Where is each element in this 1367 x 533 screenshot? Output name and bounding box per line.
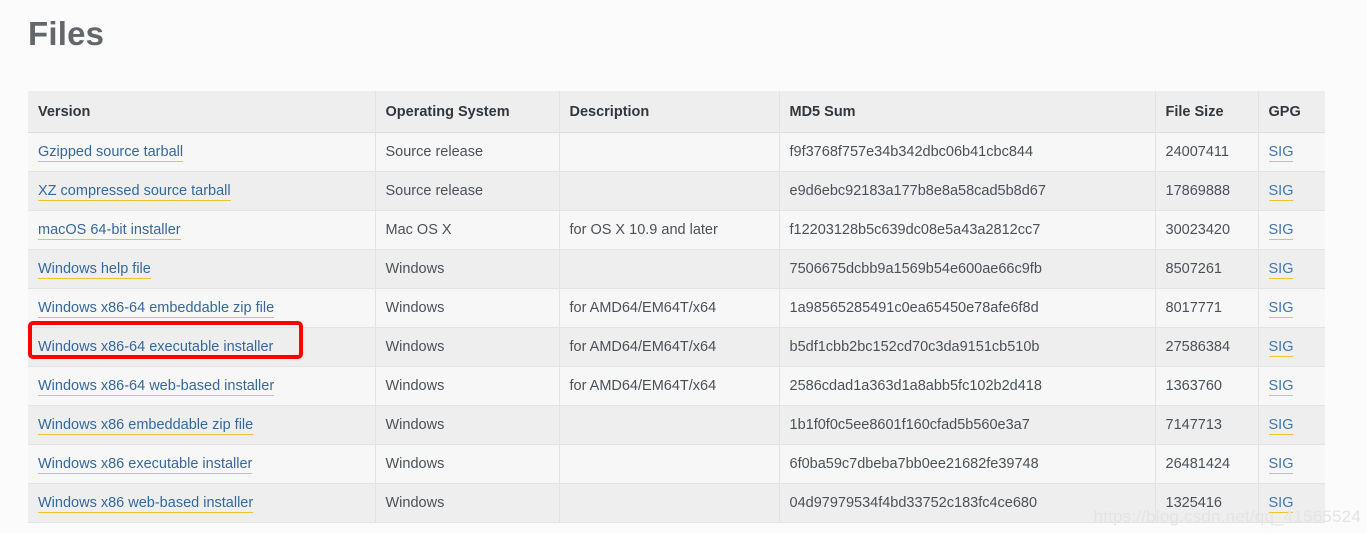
sig-link[interactable]: SIG <box>1268 261 1294 279</box>
cell-os: Windows <box>375 444 560 484</box>
column-header-size: File Size <box>1155 91 1259 133</box>
cell-file-size: 30023420 <box>1155 210 1259 250</box>
download-link[interactable]: Windows help file <box>38 261 151 279</box>
cell-os: Source release <box>375 132 560 172</box>
cell-description <box>559 405 780 445</box>
download-link[interactable]: Windows x86-64 executable installer <box>38 339 274 357</box>
sig-link[interactable]: SIG <box>1268 144 1294 162</box>
download-link[interactable]: Windows x86-64 embeddable zip file <box>38 300 275 318</box>
sig-link[interactable]: SIG <box>1268 300 1294 318</box>
table-row: XZ compressed source tarball Source relea… <box>28 171 1325 211</box>
table-header-row: Version Operating System Description MD5… <box>28 91 1325 133</box>
table-header: Version Operating System Description MD5… <box>28 91 1325 133</box>
table-row: Windows x86 embeddable zip file Windows 1b… <box>28 405 1325 445</box>
files-table: Version Operating System Description MD5… <box>28 91 1325 523</box>
cell-file-size: 1363760 <box>1155 366 1259 406</box>
cell-file-size: 24007411 <box>1155 132 1259 172</box>
sig-link[interactable]: SIG <box>1268 183 1294 201</box>
cell-version: Windows x86-64 executable installer <box>28 327 376 367</box>
cell-version: Windows help file <box>28 249 376 289</box>
cell-gpg: SIG <box>1258 405 1325 445</box>
cell-file-size: 7147713 <box>1155 405 1259 445</box>
cell-description <box>559 171 780 211</box>
table-row: Windows help file Windows 7506675dcbb9a156… <box>28 249 1325 289</box>
sig-link[interactable]: SIG <box>1268 339 1294 357</box>
cell-os: Windows <box>375 288 560 328</box>
cell-version: Windows x86-64 embeddable zip file <box>28 288 376 328</box>
cell-os: Mac OS X <box>375 210 560 250</box>
cell-gpg: SIG <box>1258 210 1325 250</box>
cell-description <box>559 249 780 289</box>
download-link[interactable]: Windows x86 executable installer <box>38 456 253 474</box>
sig-link[interactable]: SIG <box>1268 456 1294 474</box>
cell-md5: f12203128b5c639dc08e5a43a2812cc7 <box>779 210 1156 250</box>
cell-version: Gzipped source tarball <box>28 132 376 172</box>
cell-version: XZ compressed source tarball <box>28 171 376 211</box>
download-link[interactable]: macOS 64-bit installer <box>38 222 181 240</box>
cell-description <box>559 132 780 172</box>
cell-description: for AMD64/EM64T/x64 <box>559 288 780 328</box>
page-title: Files <box>28 15 105 52</box>
cell-md5: 7506675dcbb9a1569b54e600ae66c9fb <box>779 249 1156 289</box>
sig-link[interactable]: SIG <box>1268 222 1294 240</box>
cell-version: Windows x86 embeddable zip file <box>28 405 376 445</box>
table-row: Windows x86-64 executable installer Windo… <box>28 327 1325 367</box>
sig-link[interactable]: SIG <box>1268 417 1294 435</box>
table-row: Windows x86-64 web-based installer Window… <box>28 366 1325 406</box>
cell-os: Windows <box>375 249 560 289</box>
cell-description <box>559 444 780 484</box>
column-header-version: Version <box>28 91 376 133</box>
cell-md5: 1b1f0f0c5ee8601f160cfad5b560e3a7 <box>779 405 1156 445</box>
cell-os: Windows <box>375 366 560 406</box>
cell-description <box>559 483 780 523</box>
column-header-gpg: GPG <box>1258 91 1325 133</box>
cell-md5: 6f0ba59c7dbeba7bb0ee21682fe39748 <box>779 444 1156 484</box>
cell-md5: e9d6ebc92183a177b8e8a58cad5b8d67 <box>779 171 1156 211</box>
cell-description: for OS X 10.9 and later <box>559 210 780 250</box>
cell-gpg: SIG <box>1258 288 1325 328</box>
cell-version: Windows x86 executable installer <box>28 444 376 484</box>
cell-file-size: 27586384 <box>1155 327 1259 367</box>
table-row: macOS 64-bit installer Mac OS Xfor OS X 1… <box>28 210 1325 250</box>
cell-description: for AMD64/EM64T/x64 <box>559 366 780 406</box>
table-row: Gzipped source tarball Source release f9f3… <box>28 132 1325 172</box>
column-header-md5: MD5 Sum <box>779 91 1156 133</box>
cell-os: Windows <box>375 327 560 367</box>
cell-md5: 1a98565285491c0ea65450e78afe6f8d <box>779 288 1156 328</box>
cell-os: Windows <box>375 405 560 445</box>
table-body: Gzipped source tarball Source release f9f3… <box>28 132 1325 523</box>
cell-gpg: SIG <box>1258 249 1325 289</box>
cell-md5: 2586cdad1a363d1a8abb5fc102b2d418 <box>779 366 1156 406</box>
cell-md5: f9f3768f757e34b342dbc06b41cbc844 <box>779 132 1156 172</box>
cell-file-size: 8507261 <box>1155 249 1259 289</box>
cell-version: macOS 64-bit installer <box>28 210 376 250</box>
watermark-text: https://blog.csdn.net/qq_41565524 <box>1093 507 1361 526</box>
download-link[interactable]: Gzipped source tarball <box>38 144 184 162</box>
table-row: Windows x86-64 embeddable zip file Window… <box>28 288 1325 328</box>
cell-os: Source release <box>375 171 560 211</box>
cell-description: for AMD64/EM64T/x64 <box>559 327 780 367</box>
cell-gpg: SIG <box>1258 132 1325 172</box>
column-header-description: Description <box>559 91 780 133</box>
cell-version: Windows x86 web-based installer <box>28 483 376 523</box>
cell-gpg: SIG <box>1258 366 1325 406</box>
cell-gpg: SIG <box>1258 327 1325 367</box>
cell-md5: b5df1cbb2bc152cd70c3da9151cb510b <box>779 327 1156 367</box>
download-link[interactable]: Windows x86 web-based installer <box>38 495 254 513</box>
cell-gpg: SIG <box>1258 171 1325 211</box>
table-row: Windows x86 executable installer Windows 6… <box>28 444 1325 484</box>
download-link[interactable]: Windows x86 embeddable zip file <box>38 417 254 435</box>
cell-file-size: 26481424 <box>1155 444 1259 484</box>
cell-gpg: SIG <box>1258 444 1325 484</box>
download-link[interactable]: XZ compressed source tarball <box>38 183 231 201</box>
cell-os: Windows <box>375 483 560 523</box>
files-table-container: Version Operating System Description MD5… <box>28 91 1325 523</box>
cell-file-size: 17869888 <box>1155 171 1259 211</box>
download-link[interactable]: Windows x86-64 web-based installer <box>38 378 275 396</box>
sig-link[interactable]: SIG <box>1268 378 1294 396</box>
column-header-os: Operating System <box>375 91 560 133</box>
cell-version: Windows x86-64 web-based installer <box>28 366 376 406</box>
cell-file-size: 8017771 <box>1155 288 1259 328</box>
